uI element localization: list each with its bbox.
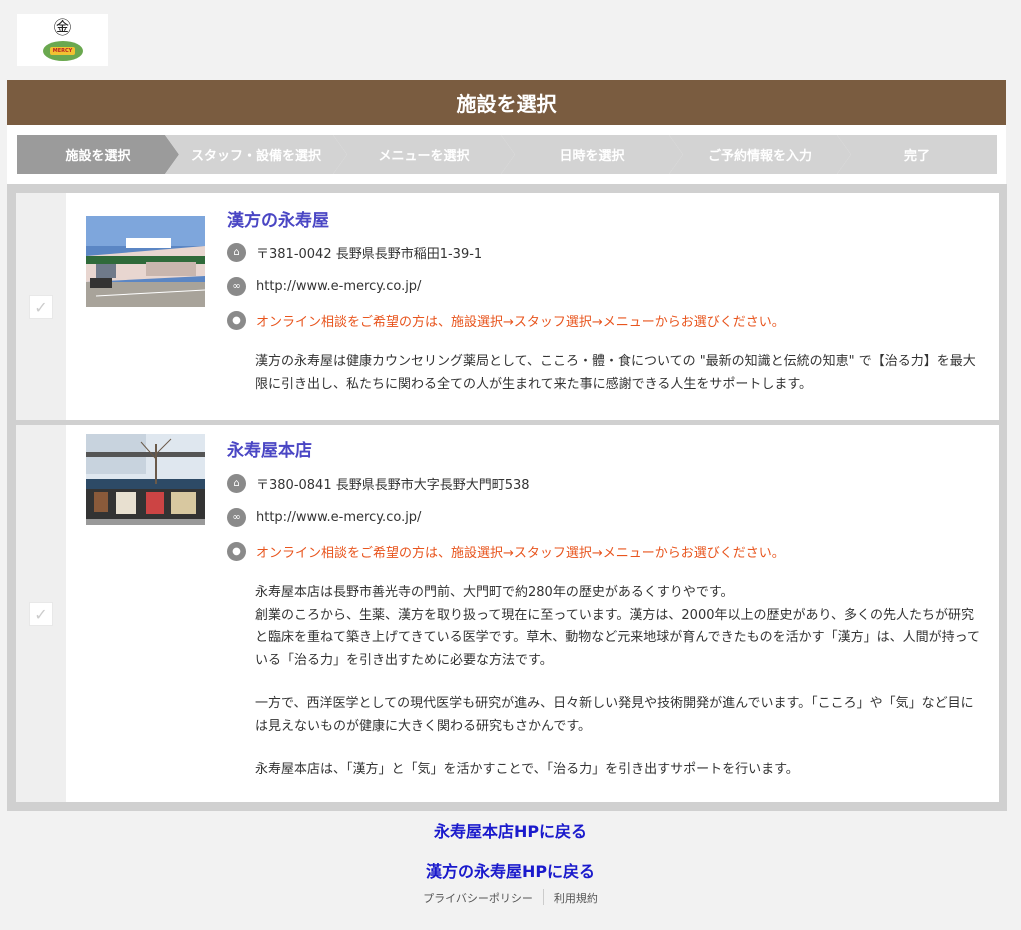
chat-icon: ● (227, 310, 246, 330)
description-paragraph: 漢方の永寿屋は健康カウンセリング薬局として、こころ・體・食についての "最新の知… (255, 354, 976, 392)
address-text: 〒381-0042 長野県長野市稲田1-39-1 (256, 246, 483, 262)
description-paragraph: 永寿屋本店は、「漢方」と「気」を活かすことで、「治る力」を引き出すサポートを行い… (255, 762, 799, 777)
back-to-kampo-link[interactable]: 漢方の永寿屋HPに戻る (0, 858, 1021, 882)
description-paragraph: 永寿屋本店は長野市善光寺の門前、大門町で約280年の歴史があるくすりやです。 (255, 585, 734, 600)
url-link[interactable]: http://www.e-mercy.co.jp/ (256, 510, 421, 525)
chat-icon: ● (227, 541, 246, 561)
description-paragraph: 一方で、西洋医学としての現代医学も研究が進み、日々新しい発見や技術開発が進んでい… (255, 696, 974, 734)
address-row: ⌂ 〒381-0042 長野県長野市稲田1-39-1 (227, 242, 482, 262)
step-facility: 施設を選択 (17, 135, 179, 174)
step-staff: スタッフ・設備を選択 (165, 135, 347, 174)
check-icon[interactable]: ✓ (29, 602, 53, 626)
terms-link[interactable]: 利用規約 (544, 890, 608, 906)
description-paragraph: 創業のころから、生薬、漢方を取り扱って現在に至っています。漢方は、2000年以上… (255, 607, 981, 668)
check-column: ✓ (16, 425, 66, 802)
notice-row: ● オンライン相談をご希望の方は、施設選択→スタッフ選択→メニューからお選びくだ… (227, 541, 785, 561)
facility-name-link[interactable]: 漢方の永寿屋 (227, 206, 329, 231)
page-title: 施設を選択 (456, 92, 557, 116)
logo-mark: ㊎ (53, 17, 72, 39)
check-icon[interactable]: ✓ (29, 295, 53, 319)
facility-list: ✓ 漢方の永寿屋 ⌂ 〒381-0042 長野県長野市稲田1-39-1 ∞ ht… (7, 184, 1007, 811)
step-menu: メニューを選択 (333, 135, 515, 174)
notice-text: オンライン相談をご希望の方は、施設選択→スタッフ選択→メニューからお選びください… (256, 545, 785, 561)
check-column: ✓ (16, 193, 66, 420)
facility-description: 漢方の永寿屋は健康カウンセリング薬局として、こころ・體・食についての "最新の知… (255, 351, 985, 396)
step-indicator: 施設を選択 スタッフ・設備を選択 メニューを選択 日時を選択 ご予約情報を入力 … (7, 125, 1006, 184)
back-to-honten-link[interactable]: 永寿屋本店HPに戻る (0, 818, 1021, 842)
address-text: 〒380-0841 長野県長野市大字長野大門町538 (256, 477, 530, 493)
facility-description: 永寿屋本店は長野市善光寺の門前、大門町で約280年の歴史があるくすりやです。 創… (255, 582, 985, 782)
url-link[interactable]: http://www.e-mercy.co.jp/ (256, 279, 421, 294)
step-complete: 完了 (837, 135, 997, 174)
privacy-policy-link[interactable]: プライバシーポリシー (413, 890, 543, 906)
link-icon: ∞ (227, 276, 246, 296)
address-row: ⌂ 〒380-0841 長野県長野市大字長野大門町538 (227, 473, 530, 493)
page-header: 施設を選択 (7, 80, 1006, 125)
facility-name-link[interactable]: 永寿屋本店 (227, 436, 312, 461)
url-row: ∞ http://www.e-mercy.co.jp/ (227, 276, 421, 296)
step-datetime: 日時を選択 (501, 135, 683, 174)
footer: プライバシーポリシー 利用規約 (0, 889, 1021, 906)
link-icon: ∞ (227, 507, 246, 527)
home-icon: ⌂ (227, 242, 246, 262)
home-icon: ⌂ (227, 473, 246, 493)
facility-photo (86, 434, 205, 525)
url-row: ∞ http://www.e-mercy.co.jp/ (227, 507, 421, 527)
facility-card[interactable]: ✓ 漢方の永寿屋 ⌂ 〒381-0042 長野県長野市稲田1-39-1 ∞ ht… (16, 193, 999, 420)
logo-badge: MERCY (42, 40, 83, 61)
facility-photo (86, 216, 205, 307)
facility-card[interactable]: ✓ 永寿屋本店 ⌂ 〒380-0841 長野県長野市大字長野大門町538 ∞ h… (16, 425, 999, 802)
step-info: ご予約情報を入力 (669, 135, 851, 174)
site-logo[interactable]: ㊎ MERCY (17, 14, 108, 66)
notice-text: オンライン相談をご希望の方は、施設選択→スタッフ選択→メニューからお選びください… (256, 314, 785, 330)
notice-row: ● オンライン相談をご希望の方は、施設選択→スタッフ選択→メニューからお選びくだ… (227, 310, 785, 330)
